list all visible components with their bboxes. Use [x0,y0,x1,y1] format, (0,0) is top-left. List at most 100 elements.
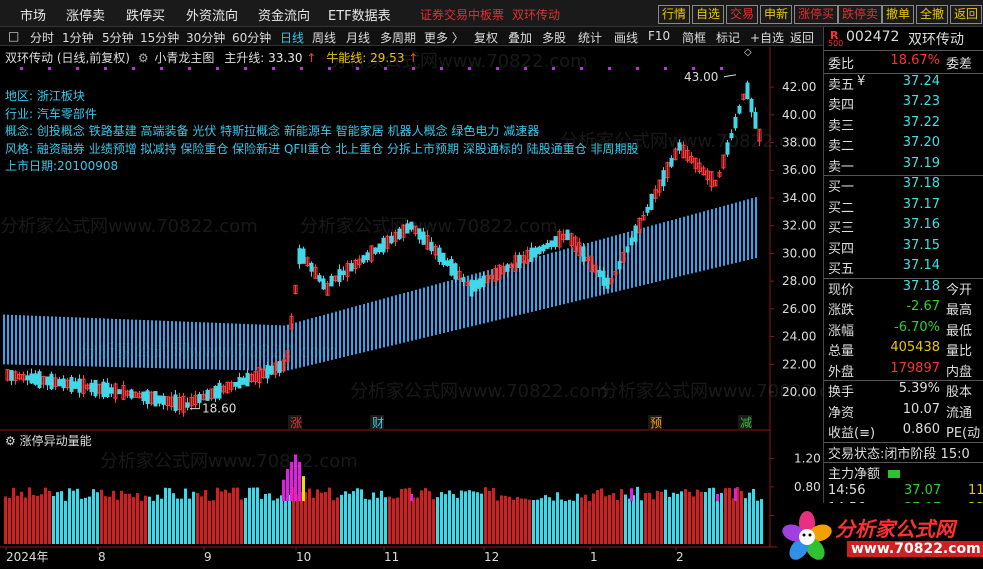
info-key: 上市日期: [5,159,58,173]
sub-bar [752,488,755,544]
toolbar-item-12[interactable]: 叠加 [508,29,532,46]
time-axis-label: 2024年 [6,550,49,564]
up-arrow-icon: ↑ [408,51,419,65]
indicator-name[interactable]: 小青龙主图 [154,51,214,65]
sub-bar [68,488,71,544]
menu-market[interactable]: 市场 [20,5,46,24]
sub-bar [180,498,183,544]
quick-button-0[interactable]: 行情 [658,5,691,24]
sub-bar [720,492,723,544]
layout-icon[interactable]: □ [8,29,19,43]
toolbar-item-1[interactable]: 1分钟 [62,29,94,46]
menu-limit-down-buy[interactable]: 跌停买 [126,5,165,24]
info-industry: 行业: 汽车零部件 [5,105,97,122]
settings-icon[interactable]: ⚙ [5,434,16,448]
sub-bar [220,491,223,544]
toolbar-item-15[interactable]: 画线 [614,29,638,46]
quick-button-8[interactable]: 返回 [950,5,983,24]
toolbar-item-2[interactable]: 5分钟 [102,29,134,46]
toolbar-item-13[interactable]: 多股 [542,29,566,46]
menu-foreign-flow[interactable]: 外资流向 [186,5,238,24]
quick-button-6[interactable]: 撤单 [882,5,915,24]
sub-bar [360,489,363,544]
quick-button-1[interactable]: 自选 [692,5,725,24]
sub-bar [188,498,191,544]
candle-body [245,372,250,387]
quick-button-2[interactable]: 交易 [726,5,759,24]
candle-body [341,270,346,276]
candle-body [329,275,334,287]
sub-tick-label: 1.20 [794,451,821,465]
sub-bar [696,489,699,544]
menu-capital-flow[interactable]: 资金流向 [258,5,310,24]
sub-bar [700,491,703,544]
sub-bar [196,493,199,544]
quick-button-3[interactable]: 申新 [760,5,793,24]
quick-button-7[interactable]: 全撤 [916,5,949,24]
time-axis-label: 10 [296,550,311,564]
candle-body [269,365,274,375]
toolbar-item-19[interactable]: +自选 [750,29,784,46]
row-value: 37.23 [902,94,940,109]
toolbar-item-6[interactable]: 日线 [280,29,304,46]
candle-body [301,248,306,264]
candle-body [449,258,454,276]
candle-body [505,264,510,272]
sub-indicator-label[interactable]: ⚙ 涨停异动量能 [5,432,92,449]
toolbar-item-16[interactable]: F10 [648,29,670,43]
chart-area[interactable]: 42.00 40.00 38.00 36.00 34.00 32.00 30.00 28.00… [0,47,823,569]
row-label: 卖二 [828,139,855,154]
toolbar-item-20[interactable]: 返回 [790,29,814,46]
sub-bar [724,488,727,544]
high-marker-line [723,74,737,78]
watermark-logo: 分析家公式网 www.70822.com [777,503,983,569]
menu-etf-data[interactable]: ETF数据表 [328,5,391,24]
sub-bar [324,492,327,544]
toolbar-item-8[interactable]: 月线 [346,29,370,46]
watermark-text: 分析家公式网www.70822.com [80,341,338,362]
signal-dot [48,67,51,70]
candle-body [129,389,134,399]
toolbar-item-0[interactable]: 分时 [30,29,54,46]
candle-body [453,263,458,280]
price-tick-label: 24.00 [782,330,816,344]
sub-bar [32,494,35,544]
sub-bar [544,495,547,544]
toolbar-item-5[interactable]: 60分钟 [232,29,271,46]
sub-bar [460,490,463,544]
toolbar-item-9[interactable]: 多周期 [380,29,416,46]
candle-body [389,235,394,244]
quick-button-4[interactable]: 涨停买 [794,5,839,24]
candle-body [753,112,758,129]
toolbar-item-3[interactable]: 15分钟 [140,29,179,46]
watermark-text: 分析家公式网www.70822.com [0,216,258,237]
sub-bar [368,499,371,544]
toolbar-item-14[interactable]: 统计 [578,29,602,46]
sub-bar [676,493,679,544]
toolbar-item-17[interactable]: 简框 [682,29,706,46]
candle-body [233,381,238,387]
sub-tick-label: 0.80 [794,480,821,494]
candle-body [645,206,650,213]
candle-body [629,237,634,246]
sub-bar [756,500,759,544]
toolbar-item-4[interactable]: 30分钟 [186,29,225,46]
row-extra: 最高 [946,303,973,318]
toolbar-item-18[interactable]: 标记 [716,29,740,46]
candle-body [277,361,282,373]
toolbar-item-7[interactable]: 周线 [312,29,336,46]
toolbar-item-10[interactable]: 更多 〉 [424,29,464,46]
info-style: 风格: 融资融券 业绩预增 拟减持 保险重仓 保险新进 QFII重仓 北上重仓 … [5,140,638,157]
signal-dot [608,67,611,70]
sub-bar [632,495,635,544]
sub-bar [48,490,51,544]
row-value: 5.39% [898,381,940,396]
net-flow[interactable]: 主力净额 [828,463,983,483]
quick-button-5[interactable]: 跌停卖 [838,5,883,24]
toolbar-item-11[interactable]: 复权 [474,29,498,46]
menu-limit-up-sell[interactable]: 涨停卖 [66,5,105,24]
row-extra: 量比 [946,344,973,359]
settings-icon[interactable]: ⚙ [138,51,149,65]
row-value: 0.860 [902,422,940,437]
candle-body [145,390,150,404]
